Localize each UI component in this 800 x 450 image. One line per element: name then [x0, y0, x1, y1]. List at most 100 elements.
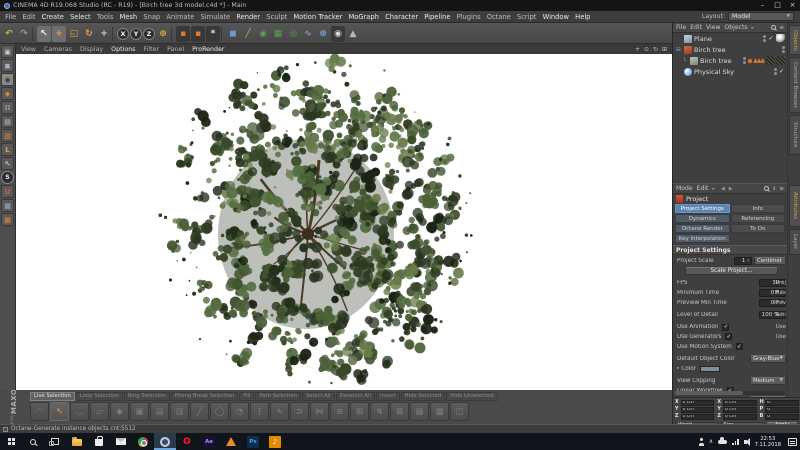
move-tool-icon[interactable]: +	[52, 26, 66, 42]
material-cone-icon[interactable]: ▲	[346, 26, 360, 42]
size-z-field[interactable]: 0 cm	[723, 414, 757, 420]
position-y-field[interactable]: 0 cm	[681, 407, 715, 413]
visibility-dots-icon[interactable]	[743, 57, 746, 64]
spline-pen-icon[interactable]: ╱	[241, 26, 255, 42]
opera-icon[interactable]: O	[176, 433, 198, 450]
viewport-pointer-icon[interactable]: ↖	[1, 157, 14, 170]
mail-icon[interactable]	[110, 433, 132, 450]
live-selection-icon[interactable]: ↖	[37, 26, 51, 42]
photoshop-icon[interactable]: Ps	[242, 433, 264, 450]
history-back-icon[interactable]: ◀	[721, 186, 725, 192]
use-motion-system-checkbox[interactable]: ✓	[736, 343, 743, 350]
network-icon[interactable]	[732, 439, 739, 445]
default-object-color-dropdown[interactable]: Gray-Blue▼	[750, 355, 786, 363]
coordinate-system-icon[interactable]: ⊕	[156, 26, 170, 42]
array-generator-icon[interactable]: ▦	[271, 26, 285, 42]
modeling-tool-icon[interactable]: ▣	[130, 402, 149, 421]
model-mode-icon[interactable]: ◼	[1, 59, 14, 72]
primitive-cube-icon[interactable]: ◼	[226, 26, 240, 42]
enable-check-icon[interactable]: ✓	[778, 68, 785, 75]
redo-icon[interactable]: ↷	[17, 26, 31, 42]
om-menu-file[interactable]: File	[676, 24, 686, 31]
expand-icon[interactable]: ⊟	[675, 47, 682, 53]
viewport-menu-item[interactable]: ProRender	[192, 46, 224, 53]
viewport-menu-item[interactable]: Options	[111, 46, 135, 53]
environment-icon[interactable]: ⊕	[316, 26, 330, 42]
attribute-tab[interactable]: Key Interpolation	[675, 234, 730, 243]
music-app-icon[interactable]: ♪	[264, 433, 286, 450]
toolbar-icon[interactable]	[32, 27, 36, 41]
tab-structure[interactable]: Structure	[789, 115, 800, 155]
menu-icon[interactable]: ≡	[779, 25, 784, 31]
history-forward-icon[interactable]: ▶	[729, 186, 733, 192]
menu-icon[interactable]: ≡	[779, 186, 784, 192]
render-picture-viewer-icon[interactable]: ▪	[191, 26, 205, 42]
workplane-snap-icon[interactable]: ▩	[1, 213, 14, 226]
attribute-tab[interactable]: Referencing	[731, 214, 786, 223]
task-view-icon[interactable]	[44, 433, 66, 450]
palette-command-label[interactable]: Phong Break Selection	[171, 392, 239, 401]
modeling-tool-icon[interactable]: ◯	[210, 402, 229, 421]
color-swatch[interactable]	[700, 366, 720, 372]
last-used-tool-icon[interactable]: +	[97, 26, 111, 42]
size-x-field[interactable]: 0 cm	[723, 400, 757, 406]
polygons-mode-icon[interactable]: ▧	[1, 129, 14, 142]
attribute-tab[interactable]: Info	[731, 204, 786, 213]
am-menu-mode[interactable]: Mode	[676, 185, 693, 192]
horizontal-scrollbar[interactable]	[675, 391, 785, 395]
points-mode-icon[interactable]: ∷	[1, 101, 14, 114]
after-effects-icon[interactable]: Ae	[198, 433, 220, 450]
viewport-menu-item[interactable]: Filter	[143, 46, 159, 53]
menu-item[interactable]: MoGraph	[345, 13, 382, 21]
toggle-view-icon[interactable]: ⊞	[662, 46, 667, 53]
menu-item[interactable]: Create	[39, 13, 67, 21]
viewport-canvas[interactable]	[16, 54, 672, 390]
subdivision-surface-icon[interactable]: ◉	[256, 26, 270, 42]
visibility-dots-icon[interactable]	[763, 35, 766, 42]
menu-item[interactable]: Select	[67, 13, 94, 21]
menu-item[interactable]: Mesh	[116, 13, 140, 21]
undo-icon[interactable]: ↶	[2, 26, 16, 42]
modeling-tool-icon[interactable]: ◔	[230, 402, 249, 421]
modeling-tool-icon[interactable]: ⊠	[390, 402, 409, 421]
lock-icon[interactable]: ⇕	[772, 186, 776, 192]
menu-item[interactable]: Pipeline	[421, 13, 453, 21]
attribute-tab[interactable]: To Do	[731, 224, 786, 233]
viewport-menu-item[interactable]: Display	[80, 46, 103, 53]
camera-icon[interactable]: ◉	[331, 26, 345, 42]
menu-item[interactable]: Character	[382, 13, 421, 21]
rotation-h-field[interactable]: 0 °	[765, 400, 799, 406]
am-menu-edit[interactable]: Edit	[697, 185, 709, 192]
taskbar-search-icon[interactable]	[22, 433, 44, 450]
position-x-field[interactable]: 0 cm	[681, 400, 715, 406]
rotate-view-icon[interactable]: ↻	[653, 46, 658, 53]
position-z-field[interactable]: 0 cm	[681, 414, 715, 420]
workplane-lock-icon[interactable]: ▦	[1, 199, 14, 212]
store-icon[interactable]	[88, 433, 110, 450]
menu-item[interactable]: Edit	[19, 13, 38, 21]
menu-item[interactable]: Render	[233, 13, 263, 21]
x-axis-lock-icon[interactable]: X	[117, 28, 129, 40]
live-selection-tool-icon[interactable]: ↖	[50, 402, 69, 421]
palette-command-label[interactable]: Hide Unselected	[446, 392, 497, 401]
chrome-icon[interactable]	[132, 433, 154, 450]
project-scale-field[interactable]: 1⇕	[734, 257, 752, 265]
section-header[interactable]: Project Settings	[673, 245, 787, 255]
visibility-dots-icon[interactable]	[782, 46, 785, 53]
rotation-b-field[interactable]: 0 °	[765, 414, 799, 420]
minimize-button[interactable]: –	[755, 0, 770, 11]
modeling-tool-icon[interactable]: ▥	[170, 402, 189, 421]
modeling-tool-icon[interactable]: ∿	[270, 402, 289, 421]
tab-content-browser[interactable]: Content Browser	[789, 57, 800, 113]
size-y-field[interactable]: 0 cm	[723, 407, 757, 413]
visibility-dots-icon[interactable]	[774, 68, 777, 75]
attribute-tab[interactable]: Octane Render	[675, 224, 730, 233]
menu-item[interactable]: File	[2, 13, 19, 21]
menu-item[interactable]: Sculpt	[263, 13, 290, 21]
close-button[interactable]: ×	[785, 0, 800, 11]
toolbar-icon[interactable]	[112, 27, 116, 41]
object-row-birch-tree-parent[interactable]: ⊟ Birch tree	[673, 44, 787, 55]
menu-overflow-icon[interactable]: ▸	[752, 25, 755, 31]
modeling-tool-icon[interactable]: ▦	[410, 402, 429, 421]
pan-view-icon[interactable]: +	[635, 46, 640, 53]
